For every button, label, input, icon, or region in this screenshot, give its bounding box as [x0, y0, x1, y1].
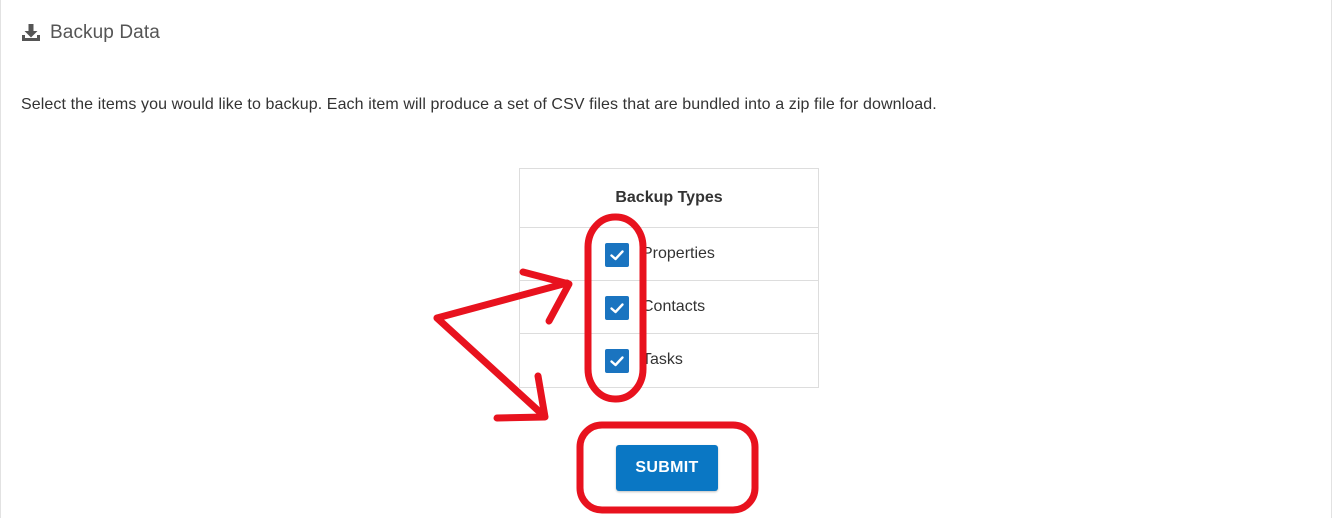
backup-type-row-properties: Properties — [520, 228, 818, 281]
backup-types-table: Backup Types Properties Contacts Tasks — [519, 168, 819, 388]
tasks-label[interactable]: Tasks — [642, 351, 683, 369]
contacts-checkbox[interactable] — [605, 296, 629, 320]
backup-type-row-contacts: Contacts — [520, 281, 818, 334]
tasks-checkbox[interactable] — [605, 349, 629, 373]
properties-label[interactable]: Properties — [642, 245, 715, 263]
properties-checkbox[interactable] — [605, 243, 629, 267]
download-icon — [21, 23, 41, 43]
backup-description: Select the items you would like to backu… — [21, 96, 937, 113]
page-header: Backup Data — [21, 22, 160, 44]
page-title: Backup Data — [50, 22, 160, 43]
backup-data-page: Backup Data Select the items you would l… — [0, 0, 1332, 518]
backup-types-heading: Backup Types — [520, 169, 818, 228]
submit-button[interactable]: SUBMIT — [616, 445, 718, 491]
backup-type-row-tasks: Tasks — [520, 334, 818, 387]
contacts-label[interactable]: Contacts — [642, 298, 705, 316]
